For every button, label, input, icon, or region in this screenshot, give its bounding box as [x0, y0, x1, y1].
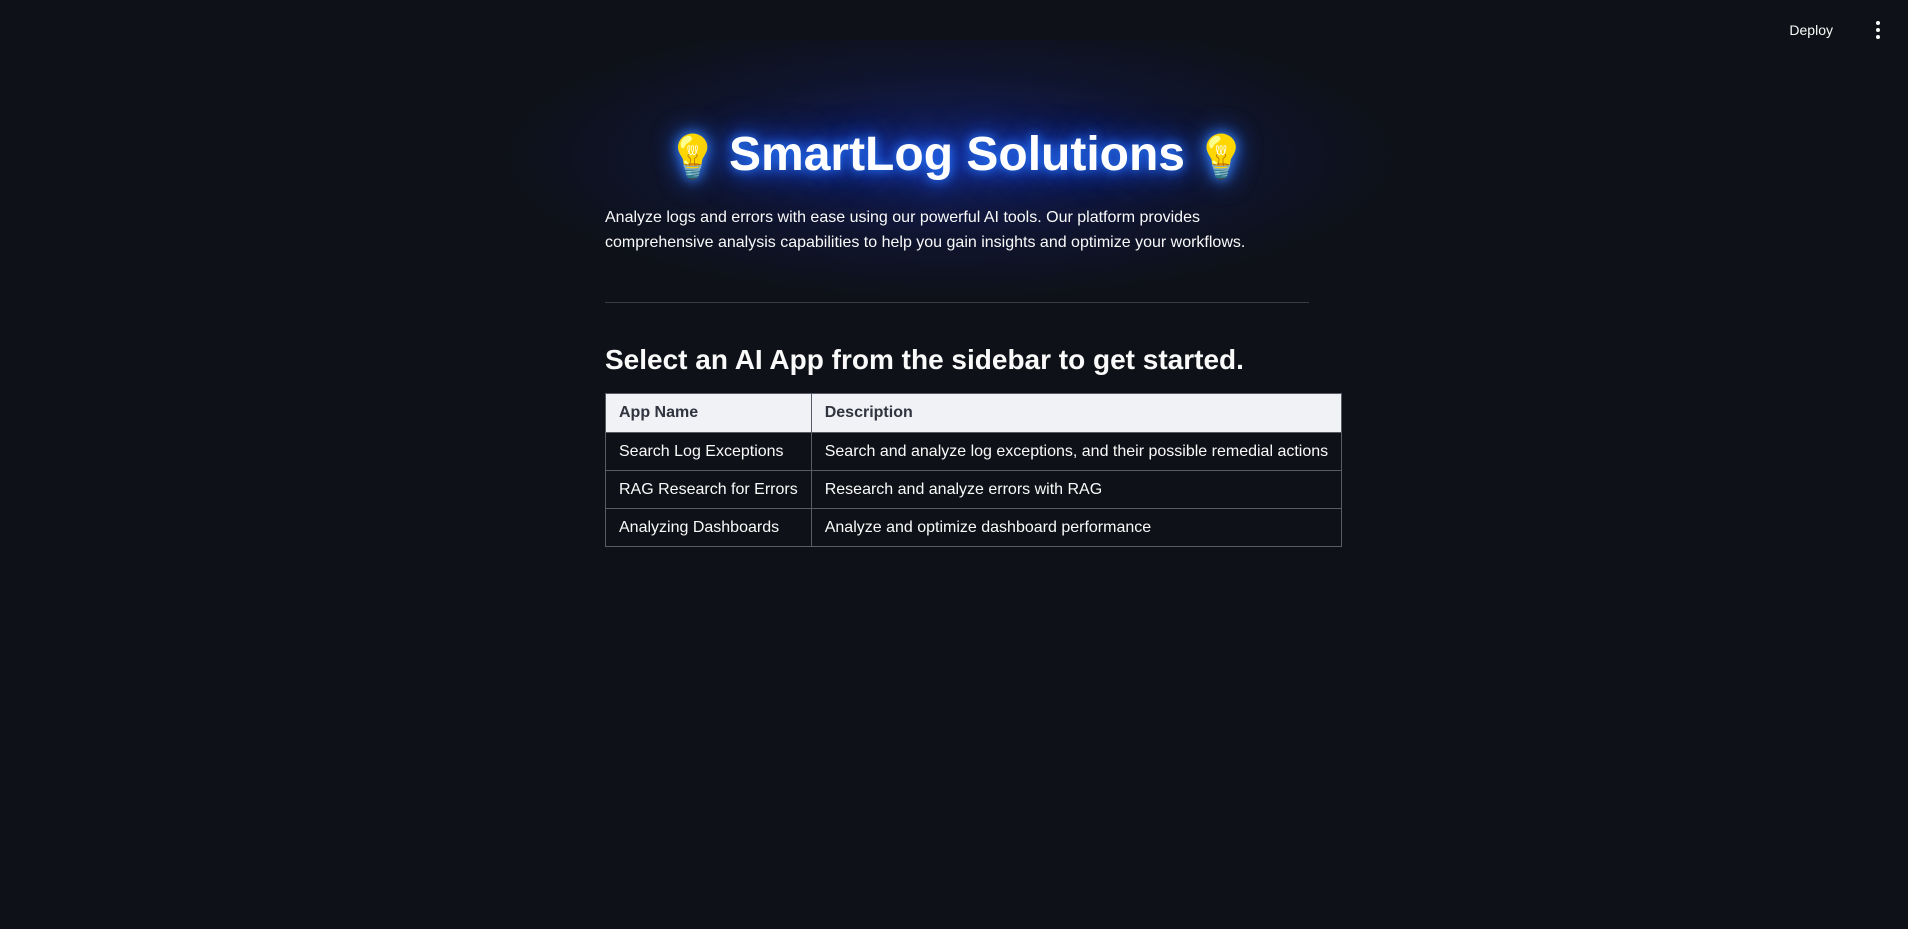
description-cell: Analyze and optimize dashboard performan…: [810, 508, 1343, 547]
top-header: Deploy: [0, 0, 1908, 60]
column-header-description: Description: [810, 393, 1343, 433]
lightbulb-icon: 💡: [1195, 132, 1248, 182]
description-cell: Search and analyze log exceptions, and t…: [810, 432, 1343, 471]
description-cell: Research and analyze errors with RAG: [810, 470, 1343, 509]
menu-dot: [1876, 21, 1880, 25]
page-title-text: SmartLog Solutions: [729, 128, 1185, 181]
app-name-cell: RAG Research for Errors: [605, 470, 812, 509]
section-heading: Select an AI App from the sidebar to get…: [605, 344, 1244, 375]
app-name-cell: Analyzing Dashboards: [605, 508, 812, 547]
app-name-cell: Search Log Exceptions: [605, 432, 812, 471]
table-row: Search Log Exceptions Search and analyze…: [605, 432, 1343, 471]
section-divider: [605, 302, 1309, 303]
column-header-app-name: App Name: [605, 393, 812, 433]
menu-dot: [1876, 35, 1880, 39]
table-row: Analyzing Dashboards Analyze and optimiz…: [605, 508, 1343, 547]
kebab-menu-icon[interactable]: [1870, 18, 1886, 42]
intro-paragraph: Analyze logs and errors with ease using …: [605, 209, 1246, 251]
lightbulb-icon: 💡: [666, 132, 719, 182]
app-root: Deploy 💡 SmartLog Solutions 💡 Analyze logs…: [0, 0, 1908, 929]
table-row: RAG Research for Errors Research and ana…: [605, 470, 1343, 509]
deploy-button[interactable]: Deploy: [1783, 18, 1839, 42]
table-header-row: App Name Description: [605, 393, 1343, 433]
page-title: 💡 SmartLog Solutions 💡: [605, 120, 1309, 192]
menu-dot: [1876, 28, 1880, 32]
apps-table: App Name Description Search Log Exceptio…: [605, 393, 1343, 547]
